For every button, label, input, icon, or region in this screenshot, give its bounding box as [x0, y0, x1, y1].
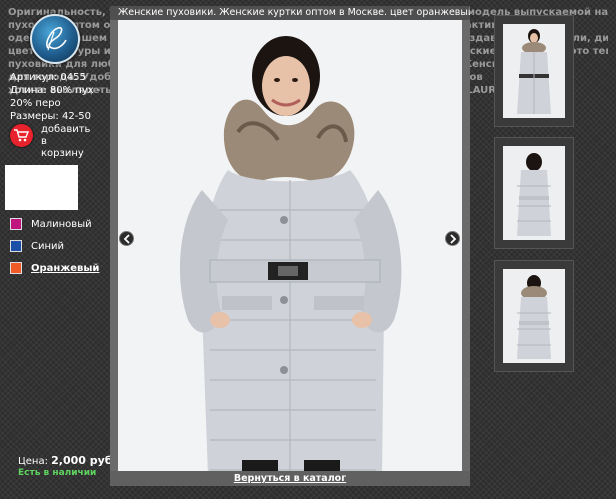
lightbox-title: Женские пуховики. Женские куртки оптом в…	[110, 6, 470, 20]
cart-icon	[10, 124, 33, 147]
length-info: Длина: 80% пух -	[10, 85, 101, 96]
stock-status: Есть в наличии	[18, 468, 97, 478]
color-swatch	[10, 240, 22, 252]
color-option-orange[interactable]: Оранжевый	[10, 257, 99, 279]
add-to-cart-label: добавить в корзину	[41, 124, 91, 159]
price: Цена: 2,000 руб.	[18, 454, 117, 467]
blank-panel	[5, 165, 78, 210]
chevron-right-icon	[450, 234, 457, 244]
prev-image-button[interactable]	[119, 231, 134, 246]
thumbnail-front[interactable]	[494, 15, 574, 127]
lightbox-footer: Вернуться в каталог	[110, 471, 470, 486]
thumbnail-image	[517, 153, 551, 236]
next-image-button[interactable]	[445, 231, 460, 246]
color-swatch	[10, 262, 22, 274]
image-lightbox: Женские пуховики. Женские куртки оптом в…	[110, 6, 470, 486]
thumbnail-image	[517, 29, 551, 114]
brand-logo[interactable]	[30, 14, 80, 64]
logo-monogram-icon	[46, 26, 67, 51]
thumbnail-back[interactable]	[494, 137, 574, 249]
back-to-catalog-link[interactable]: Вернуться в каталог	[234, 473, 346, 484]
color-swatch	[10, 218, 22, 230]
color-option-blue[interactable]: Синий	[10, 235, 99, 257]
article-number: Артикул: 0455	[10, 72, 86, 83]
thumbnail-back-fur[interactable]	[494, 260, 574, 372]
color-option-raspberry[interactable]: Малиновый	[10, 213, 99, 235]
sizes-info: Размеры: 42-50	[10, 111, 92, 122]
add-to-cart-button[interactable]: добавить в корзину	[10, 124, 100, 164]
product-specs: Артикул: 0455 Длина: 80% пух - 20% перо …	[10, 71, 100, 123]
fill-info: 20% перо	[10, 98, 61, 109]
product-photo	[118, 20, 462, 476]
chevron-left-icon	[123, 234, 130, 244]
model-jacket-illustration	[179, 36, 402, 476]
thumbnail-image	[517, 275, 551, 359]
color-options: Малиновый Синий Оранжевый	[10, 213, 99, 279]
